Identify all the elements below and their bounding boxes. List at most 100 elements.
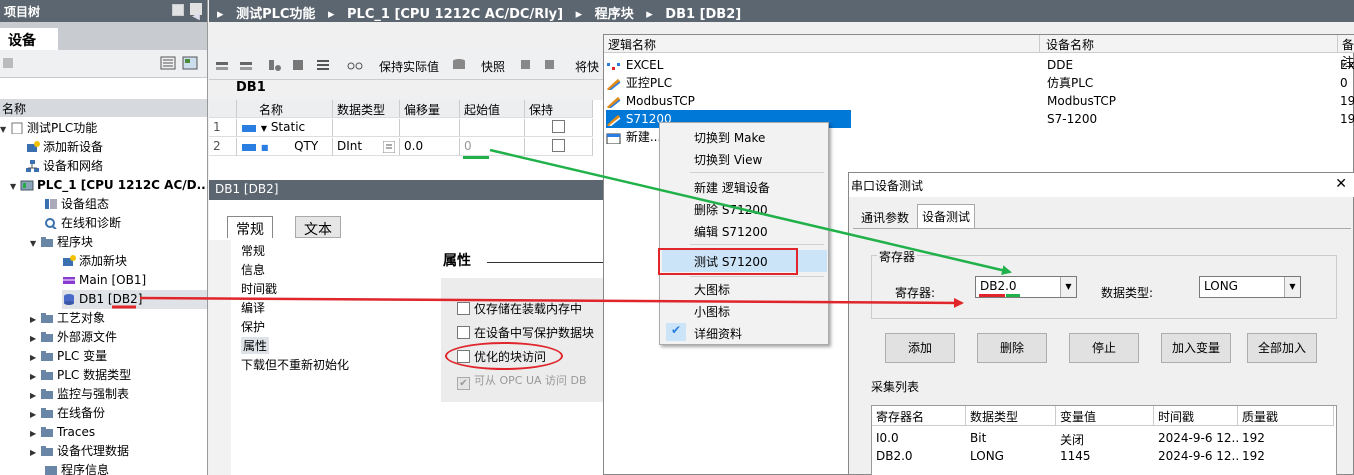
nav-compile[interactable]: 编译	[241, 299, 265, 316]
tree-node-proxy-data[interactable]: ▶ 设备代理数据	[30, 442, 129, 461]
tree-node-db1[interactable]: DB1 [DB2]	[62, 290, 207, 309]
tree-list-icon[interactable]	[160, 56, 176, 70]
tree-node-plc[interactable]: ▼ PLC_1 [CPU 1212C AC/D...	[10, 176, 207, 196]
menu-item-switch-make[interactable]: 切换到 Make	[694, 129, 765, 146]
copy-snapshot-icon[interactable]	[519, 58, 535, 72]
table-header-reg[interactable]: 寄存器名	[872, 406, 966, 426]
tree-pin-icon[interactable]	[172, 4, 184, 16]
checkbox[interactable]	[457, 326, 470, 339]
collapse-arrow-icon[interactable]: ▶	[30, 386, 40, 405]
collapse-arrow-icon[interactable]: ▶	[30, 329, 40, 348]
nav-protection[interactable]: 保护	[241, 318, 265, 335]
load-button[interactable]: 将快	[575, 58, 599, 75]
menu-item-delete[interactable]: 删除 S71200	[694, 201, 768, 218]
tab-text[interactable]: 文本	[295, 216, 341, 238]
collapse-arrow-icon[interactable]: ▶	[30, 424, 40, 443]
collapse-arrow-icon[interactable]: ▶	[30, 405, 40, 424]
collapse-arrow-icon[interactable]: ▶	[30, 348, 40, 367]
stop-button[interactable]: 停止	[1069, 333, 1139, 363]
list-item[interactable]: EXCEL DDE Exc	[606, 56, 1354, 74]
chevron-down-icon[interactable]: ▼	[1060, 277, 1076, 297]
tree-node-plc-types[interactable]: ▶ PLC 数据类型	[30, 366, 131, 385]
table-row[interactable]: ▼ Static	[237, 119, 333, 137]
breadcrumb-program-blocks[interactable]: 程序块	[595, 7, 634, 22]
retain-checkbox[interactable]	[552, 139, 565, 152]
list-icon[interactable]	[315, 58, 331, 72]
add-variable-button[interactable]: 加入变量	[1161, 333, 1231, 363]
add-button[interactable]: 添加	[885, 333, 955, 363]
register-value[interactable]: DB2.0	[980, 279, 1017, 293]
menu-item-small-icons[interactable]: 小图标	[694, 303, 730, 320]
nav-attributes[interactable]: 属性	[241, 337, 270, 354]
tab-general[interactable]: 常规	[227, 216, 273, 238]
row-retain[interactable]	[525, 119, 593, 137]
chevron-down-icon[interactable]: ▼	[1284, 277, 1300, 297]
expand-all-icon[interactable]	[267, 58, 283, 72]
menu-item-edit[interactable]: 编辑 S71200	[694, 223, 768, 240]
tab-device-test[interactable]: 设备测试	[917, 204, 976, 229]
type-picker-icon[interactable]	[383, 141, 395, 153]
tree-node-program-blocks[interactable]: ▼ 程序块	[30, 233, 93, 252]
table-header-type[interactable]: 数据类型	[966, 406, 1056, 426]
expand-arrow-icon[interactable]: ▼	[0, 120, 10, 139]
menu-item-new-device[interactable]: 新建 逻辑设备	[694, 179, 770, 196]
tree-node-external-src[interactable]: ▶ 外部源文件	[30, 328, 117, 347]
nav-timestamp[interactable]: 时间戳	[241, 280, 277, 297]
tree-node-main-ob1[interactable]: Main [OB1]	[62, 271, 146, 290]
tree-node-device-config[interactable]: 设备组态	[44, 195, 109, 214]
option-write-protect[interactable]: 在设备中写保护数据块	[457, 324, 594, 341]
breadcrumb-db[interactable]: DB1 [DB2]	[665, 7, 741, 22]
snapshot-button[interactable]: 快照	[481, 58, 505, 75]
tab-comm-params[interactable]: 通讯参数	[857, 206, 913, 228]
tree-node-network[interactable]: 设备和网络	[26, 157, 103, 176]
table-row[interactable]: ■ QTY	[237, 138, 333, 156]
menu-item-details[interactable]: 详细资料	[694, 325, 742, 342]
tree-node-plc-tags[interactable]: ▶ PLC 变量	[30, 347, 107, 366]
breadcrumb-project[interactable]: 测试PLC功能	[236, 7, 315, 22]
menu-item-large-icons[interactable]: 大图标	[694, 281, 730, 298]
column-header-note[interactable]: 备注	[1338, 35, 1354, 69]
add-row-icon[interactable]	[239, 58, 255, 72]
check-icon[interactable]	[291, 58, 307, 72]
table-header-timestamp[interactable]: 时间戳	[1154, 406, 1238, 426]
add-all-button[interactable]: 全部加入	[1247, 333, 1317, 363]
row-retain[interactable]	[525, 138, 593, 156]
cell-reg[interactable]: I0.0	[872, 430, 966, 448]
nav-download-no-reinit[interactable]: 下载但不重新初始化	[241, 356, 349, 373]
expand-arrow-icon[interactable]: ▼	[30, 234, 40, 253]
column-header-logical-name[interactable]: 逻辑名称	[604, 35, 1040, 53]
nav-general[interactable]: 常规	[241, 242, 265, 259]
retain-checkbox[interactable]	[552, 120, 565, 133]
keep-actual-values-button[interactable]: 保持实际值	[379, 58, 439, 75]
tree-node-program-info[interactable]: 程序信息	[44, 461, 109, 475]
checkbox[interactable]	[457, 302, 470, 315]
nav-info[interactable]: 信息	[241, 261, 265, 278]
tree-node-online-diag[interactable]: 在线和诊断	[44, 214, 121, 233]
row-start[interactable]: 0	[460, 138, 525, 156]
expand-arrow-icon[interactable]: ▼	[10, 177, 20, 196]
tree-collapse-icon[interactable]: ◀	[190, 3, 202, 22]
breadcrumb-plc[interactable]: PLC_1 [CPU 1212C AC/DC/Rly]	[347, 7, 563, 22]
row-name[interactable]: QTY	[272, 139, 318, 153]
list-item[interactable]: 亚控PLC 仿真PLC 0	[606, 74, 1351, 92]
column-header-device-name[interactable]: 设备名称	[1040, 35, 1338, 53]
insert-row-icon[interactable]	[215, 58, 231, 72]
cell-reg[interactable]: DB2.0	[872, 448, 966, 466]
collapse-arrow-icon[interactable]: ▶	[30, 310, 40, 329]
table-header-value[interactable]: 变量值	[1056, 406, 1154, 426]
tree-node-project[interactable]: ▼ 测试PLC功能	[0, 119, 97, 138]
menu-item-switch-view[interactable]: 切换到 View	[694, 151, 762, 168]
tree-node-tech-objects[interactable]: ▶ 工艺对象	[30, 309, 105, 328]
option-load-memory[interactable]: 仅存储在装载内存中	[457, 300, 582, 317]
collapse-arrow-icon[interactable]: ▶	[30, 367, 40, 386]
list-item[interactable]: ModbusTCP ModbusTCP 192	[606, 92, 1354, 110]
table-header-quality[interactable]: 质量戳	[1238, 406, 1334, 426]
tab-devices[interactable]: 设备	[0, 28, 58, 50]
delete-button[interactable]: 删除	[977, 333, 1047, 363]
data-type-value[interactable]: LONG	[1204, 279, 1238, 293]
copy-start-values-icon[interactable]	[543, 58, 559, 72]
tree-node-watch-tables[interactable]: ▶ 监控与强制表	[30, 385, 129, 404]
row-type-cell[interactable]: DInt	[333, 138, 400, 156]
tree-grid-icon[interactable]	[182, 56, 198, 70]
tree-node-online-backup[interactable]: ▶ 在线备份	[30, 404, 105, 423]
